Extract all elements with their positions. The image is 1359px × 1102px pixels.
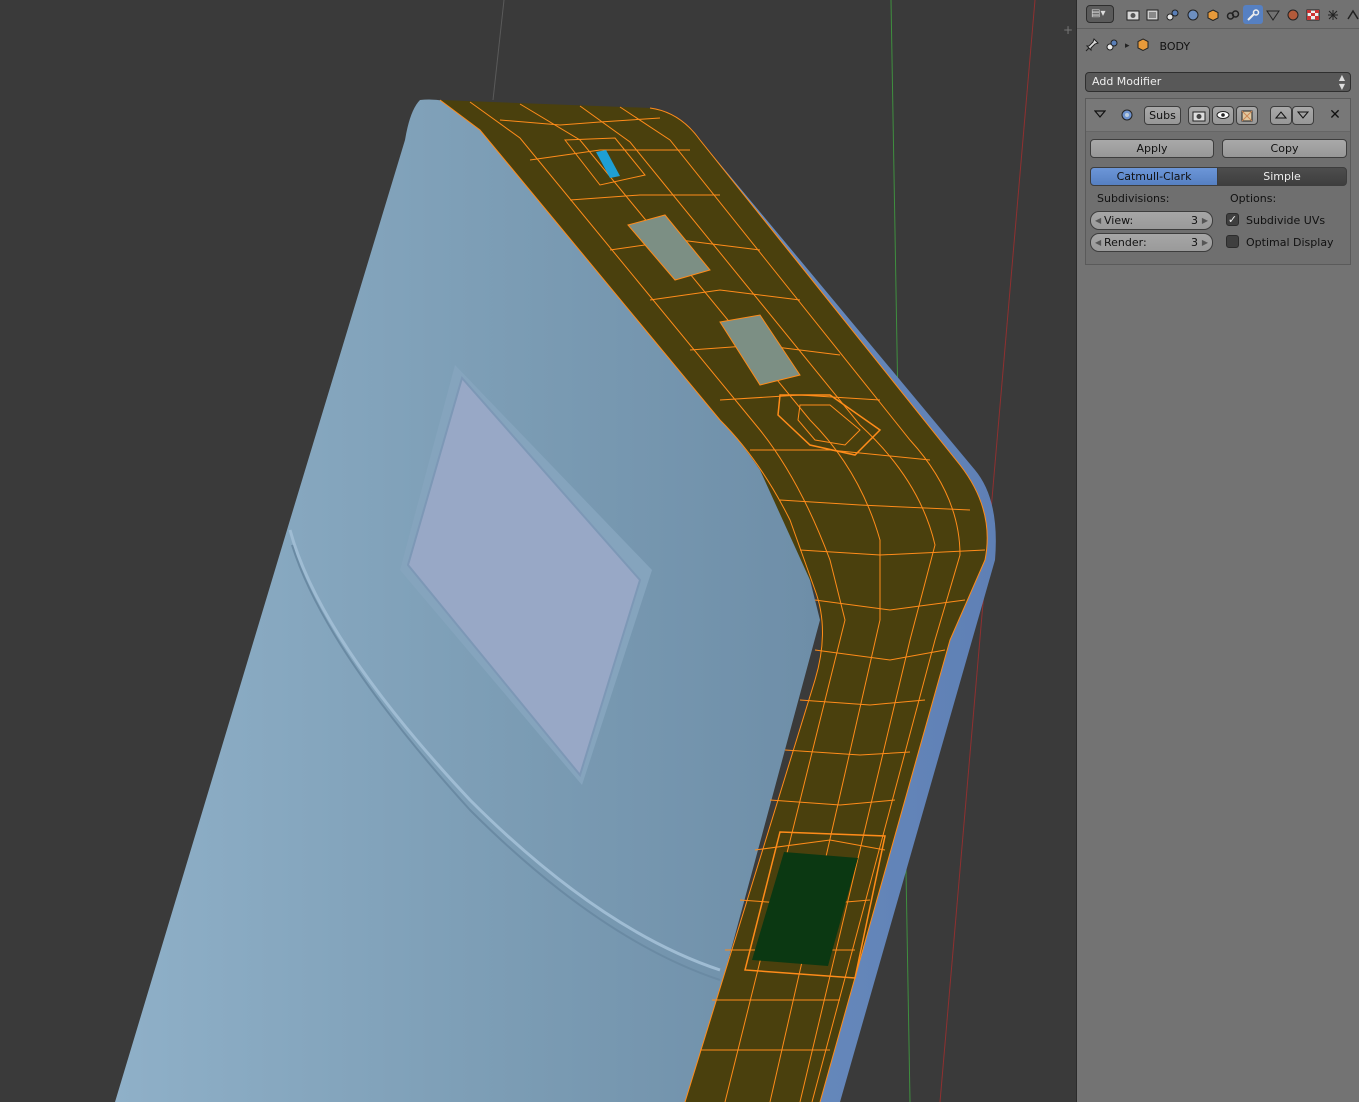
view-levels-field[interactable]: ◀ View: 3 ▶ [1090,211,1213,230]
physics-icon[interactable] [1343,5,1359,24]
context-tabs [1123,5,1359,24]
add-modifier-dropdown[interactable]: Add Modifier ▲ ▼ [1085,72,1351,92]
breadcrumb-separator-icon: ▸ [1125,41,1130,51]
properties-header: ▤▾ [1077,0,1359,29]
render-value: 3 [1191,236,1198,249]
subsurf-modifier-panel: Subs ✕ Apply Copy Catmull-Clark Simple S… [1085,98,1351,265]
3d-viewport[interactable]: + [0,0,1076,1102]
data-icon[interactable] [1263,5,1283,24]
particles-icon[interactable] [1323,5,1343,24]
catmull-clark-label: Catmull-Clark [1116,170,1192,183]
copy-label: Copy [1270,142,1299,155]
editor-type-icon: ▤▾ [1091,8,1106,19]
move-up-button[interactable] [1270,106,1292,125]
increment-arrow-icon[interactable]: ▶ [1202,234,1208,251]
material-icon[interactable] [1283,5,1303,24]
increment-arrow-icon[interactable]: ▶ [1202,212,1208,229]
view-value: 3 [1191,214,1198,227]
pin-icon[interactable] [1085,37,1099,55]
optimal-display-checkbox[interactable] [1226,235,1239,248]
object-name: BODY [1159,39,1191,53]
viewport-toggle-button[interactable] [1212,106,1234,125]
render-toggle-button[interactable] [1188,106,1210,125]
viewport-scene [115,0,1036,1102]
render-levels-field[interactable]: ◀ Render: 3 ▶ [1090,233,1213,252]
catmull-clark-option[interactable]: Catmull-Clark [1090,167,1218,186]
area-split-icon[interactable]: + [1062,24,1074,36]
properties-editor: ▤▾ ▸ BODY Add Modifier ▲ ▼ Subs ✕ Apply … [1076,0,1359,1102]
decrement-arrow-icon[interactable]: ◀ [1095,212,1101,229]
copy-button[interactable]: Copy [1222,139,1347,158]
grid-line [492,0,505,101]
arrow-down-icon [1296,111,1310,119]
subdivisions-heading: Subdivisions: [1097,192,1170,205]
arrow-up-icon [1274,111,1288,119]
eye-icon [1216,111,1230,119]
object-icon [1136,37,1150,55]
add-modifier-label: Add Modifier [1092,75,1162,88]
scene-icon [1105,38,1119,55]
world-icon[interactable] [1183,5,1203,24]
simple-label: Simple [1263,170,1301,183]
editor-type-selector[interactable]: ▤▾ [1086,5,1114,23]
modifier-header: Subs ✕ [1086,99,1350,132]
simple-option[interactable]: Simple [1217,167,1347,186]
breadcrumb: ▸ BODY [1085,36,1190,56]
texture-icon[interactable] [1303,5,1323,24]
view-label: View: [1104,214,1134,227]
subdivide-uvs-label: Subdivide UVs [1246,214,1326,227]
apply-button[interactable]: Apply [1090,139,1214,158]
options-heading: Options: [1230,192,1277,205]
render-layers-icon[interactable] [1143,5,1163,24]
scene-icon[interactable] [1163,5,1183,24]
constraints-icon[interactable] [1223,5,1243,24]
modifier-name: Subs [1149,109,1176,122]
object-icon[interactable] [1203,5,1223,24]
optimal-display-label: Optimal Display [1246,236,1334,249]
apply-label: Apply [1136,142,1168,155]
editmode-icon [1241,110,1253,122]
subsurf-type-icon [1120,108,1134,122]
render-label: Render: [1104,236,1147,249]
close-icon[interactable]: ✕ [1328,107,1342,123]
editmode-toggle-button[interactable] [1236,106,1258,125]
render-icon[interactable] [1123,5,1143,24]
modifier-name-field[interactable]: Subs [1144,106,1181,125]
dropdown-arrows-icon: ▲ ▼ [1338,73,1345,91]
collapse-triangle-icon[interactable] [1094,108,1106,120]
decrement-arrow-icon[interactable]: ◀ [1095,234,1101,251]
subdivide-uvs-checkbox[interactable]: ✓ [1226,213,1239,226]
modifiers-icon[interactable] [1243,5,1263,24]
camera-icon [1192,111,1206,122]
move-down-button[interactable] [1292,106,1314,125]
